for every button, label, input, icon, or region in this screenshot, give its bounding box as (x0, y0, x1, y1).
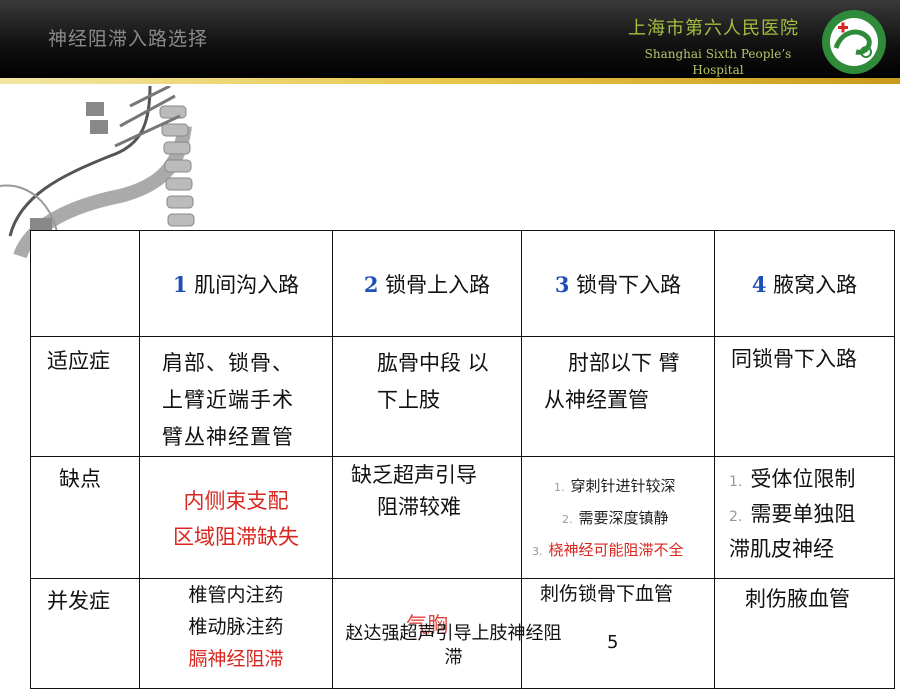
drawback-cell-2: 缺乏超声引导 阻滞较难 (332, 456, 522, 579)
list-item: 1. 穿刺针进针较深 (532, 471, 714, 503)
row-drawback: 缺点 内侧束支配 区域阻滞缺失 缺乏超声引导 阻滞较难 1. 穿刺针进针较深 2.… (30, 456, 895, 579)
table-header-row: 1 肌间沟入路 2 锁骨上入路 3 锁骨下入路 4 腋窝入路 (30, 230, 895, 337)
row-indication: 适应症 肩部、锁骨、 上臂近端手术 臂丛神经置管 肱骨中段 以 下上肢 肘部以下… (30, 336, 895, 457)
cell-line-red: 内侧束支配 (183, 489, 289, 513)
cell-line: 椎管内注药 (188, 584, 284, 606)
drawback-cell-4: 1. 受体位限制 2. 需要单独阻 滞肌皮神经 (714, 456, 895, 579)
col-header-number: 3 (554, 272, 570, 297)
hospital-name-cn: 上海市第六人民医院 (628, 18, 799, 39)
col-header-1: 1 肌间沟入路 (139, 230, 333, 337)
col-header-label: 锁骨下入路 (576, 273, 682, 297)
cell-line: 上臂近端手术 (162, 388, 294, 412)
list-text: 受体位限制 (750, 467, 856, 491)
cell-line-red: 膈神经阻滞 (188, 648, 284, 670)
page-number: 5 (607, 632, 619, 653)
hospital-logo (822, 10, 886, 74)
cell-line: 同锁骨下入路 (731, 347, 857, 371)
cell-line: 肩部、锁骨、 (162, 351, 294, 375)
cell-line: 刺伤锁骨下血管 (540, 583, 674, 605)
list-index: 1. (729, 474, 743, 490)
list-item: 3. 桡神经可能阻滞不全 (532, 535, 714, 567)
footer-caption-line2: 滞 (444, 647, 463, 668)
row-label-drawback: 缺点 (30, 456, 140, 579)
indication-cell-3: 肘部以下 臂 从神经置管 (521, 336, 715, 457)
cell-line: 从神经置管 (544, 388, 649, 412)
footer-caption: 赵达强超声引导上肢神经阻 滞 (316, 622, 591, 670)
hospital-name-en-line2: Hospital (692, 63, 744, 77)
drawback-cell-1: 内侧束支配 区域阻滞缺失 (139, 456, 333, 579)
list-text: 穿刺针进针较深 (570, 477, 676, 495)
list-text: 需要深度镇静 (578, 509, 669, 527)
cell-line-red: 区域阻滞缺失 (173, 525, 299, 549)
cell-line: 肘部以下 臂 (568, 351, 680, 375)
list-index: 2. (562, 513, 573, 526)
col-header-number: 2 (363, 272, 379, 297)
hospital-name-en-line1: Shanghai Sixth People’s (644, 47, 792, 61)
list-index: 2. (729, 509, 743, 525)
hospital-name-en: Shanghai Sixth People’s Hospital (638, 46, 798, 78)
list-text-red: 桡神经可能阻滞不全 (548, 541, 684, 559)
list-item: 2. 需要深度镇静 (532, 503, 714, 535)
col-header-number: 4 (751, 272, 767, 297)
col-header-label: 锁骨上入路 (385, 273, 491, 297)
drawback-cell-3: 1. 穿刺针进针较深 2. 需要深度镇静 3. 桡神经可能阻滞不全 (521, 456, 715, 579)
col-header-3: 3 锁骨下入路 (521, 230, 715, 337)
cell-line: 肱骨中段 以 (377, 351, 489, 375)
cell-line: 阻滞较难 (377, 495, 461, 519)
col-header-4: 4 腋窝入路 (714, 230, 895, 337)
list-text: 需要单独阻 (750, 502, 856, 526)
row-label-text: 适应症 (47, 349, 110, 373)
col-header-label: 肌间沟入路 (194, 273, 300, 297)
complication-cell-1: 椎管内注药 椎动脉注药 膈神经阻滞 (139, 578, 333, 689)
list-item: 2. 需要单独阻 (729, 498, 894, 533)
comparison-table: 1 肌间沟入路 2 锁骨上入路 3 锁骨下入路 4 腋窝入路 适应症 肩部、锁骨… (30, 230, 895, 689)
cell-line: 缺乏超声引导 (351, 463, 477, 487)
col-header-number: 1 (172, 272, 188, 297)
footer-caption-line1: 赵达强超声引导上肢神经阻 (345, 623, 562, 644)
list-index: 3. (532, 545, 543, 558)
row-label-text: 并发症 (47, 589, 110, 613)
col-header-label: 腋窝入路 (773, 273, 858, 297)
page-title: 神经阻滞入路选择 (48, 28, 209, 50)
row-label-complication: 并发症 (30, 578, 140, 689)
row-label-indication: 适应症 (30, 336, 140, 457)
col-header-2: 2 锁骨上入路 (332, 230, 522, 337)
header-gold-rule (0, 78, 900, 84)
cell-line: 椎动脉注药 (188, 616, 284, 638)
cell-line: 下上肢 (377, 388, 440, 412)
indication-cell-2: 肱骨中段 以 下上肢 (332, 336, 522, 457)
list-index: 1. (554, 481, 565, 494)
list-item: 1. 受体位限制 (729, 463, 894, 498)
row-label-text: 缺点 (59, 467, 101, 491)
complication-cell-4: 刺伤腋血管 (714, 578, 895, 689)
list-text: 滞肌皮神经 (729, 537, 834, 561)
header-empty-cell (30, 230, 140, 337)
indication-cell-1: 肩部、锁骨、 上臂近端手术 臂丛神经置管 (139, 336, 333, 457)
indication-cell-4: 同锁骨下入路 (714, 336, 895, 457)
cell-line: 臂丛神经置管 (162, 425, 294, 449)
cell-line: 刺伤腋血管 (745, 587, 850, 611)
